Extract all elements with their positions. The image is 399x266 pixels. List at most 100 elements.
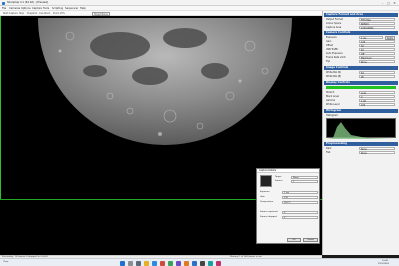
histogram-label: Histogram [326, 114, 338, 117]
menu-options[interactable]: Options [21, 7, 31, 10]
colour-space-select[interactable]: RAW16 [359, 22, 395, 26]
white-bal-red-input[interactable]: 52 [359, 71, 395, 75]
flat-select[interactable]: None [359, 151, 395, 155]
weather-widget[interactable]: Clear [3, 261, 8, 263]
target-name-input[interactable]: Target Name [92, 11, 110, 16]
flip-select[interactable]: None [359, 60, 395, 64]
sharpcap-app-icon [2, 1, 5, 5]
dark-label: Dark [326, 147, 332, 150]
zoom-select[interactable]: Zoom 25% [52, 12, 66, 16]
app-icon-teal[interactable] [208, 260, 213, 266]
menu-tools[interactable]: Tools [43, 7, 49, 10]
terminal-icon[interactable] [200, 260, 205, 266]
start-menu-icon[interactable] [120, 260, 125, 266]
dialog-temperature-value: 18.2 C [282, 201, 318, 204]
clock-time[interactable]: 10:42 [382, 260, 388, 262]
usb-traffic-label: USB Traffic [326, 48, 339, 51]
dialog-temperature-label: Temperature [260, 201, 274, 203]
section-image-controls[interactable]: Image Controls [324, 66, 398, 70]
start-capture-button[interactable]: Start Capture [2, 12, 19, 16]
capture-area-select[interactable]: 4144x2822 [359, 26, 395, 30]
black-level-label: Black Level [326, 95, 340, 98]
offset-label: Offset [326, 44, 333, 47]
histogram-curve [327, 122, 397, 139]
auto-exposure-label: Auto Exposure [326, 52, 343, 55]
dialog-frames-captured-value: 0 [282, 211, 318, 214]
menu-cameras[interactable]: Cameras [9, 7, 20, 10]
white-bal-red-label: White Bal (R) [326, 71, 342, 74]
gamma-input[interactable]: 1.00 [359, 99, 395, 103]
dialog-gain-label: Gain [260, 196, 265, 198]
gain-label: Gain [326, 40, 332, 43]
section-display-controls[interactable]: Display Controls [324, 81, 398, 85]
stretch-select[interactable]: Auto [359, 91, 395, 95]
gain-input[interactable]: 120 [359, 40, 395, 44]
menu-file[interactable]: File [2, 7, 6, 10]
frame-rate-limit-select[interactable]: Maximum [359, 56, 395, 60]
os-taskbar: Clear 10:42 2/15/2024 [0, 258, 399, 266]
sharpcap-taskbar-icon[interactable] [192, 260, 197, 266]
dialog-frames-label: Frames [275, 180, 283, 182]
stretch-label: Stretch [326, 91, 335, 94]
black-level-input[interactable]: 0 [359, 95, 395, 99]
dialog-frames-dropped-label: Frames dropped [260, 216, 277, 218]
white-level-label: White Level [326, 103, 340, 106]
section-camera-controls[interactable]: Camera Controls [324, 31, 398, 35]
task-view-icon[interactable] [136, 260, 141, 266]
search-icon[interactable] [128, 260, 133, 266]
menu-help[interactable]: Help [80, 7, 86, 10]
app-icon-orange[interactable] [184, 260, 189, 266]
flip-label: Flip [326, 60, 331, 63]
exposure-input[interactable]: 2 ms [359, 36, 383, 40]
browser-icon[interactable] [152, 260, 157, 266]
apply-button[interactable]: Apply [385, 36, 395, 40]
section-histogram[interactable]: Histogram [324, 109, 398, 113]
menu-sequencer[interactable]: Sequencer [65, 7, 78, 10]
dialog-gain-value: 120 [282, 196, 318, 199]
dialog-cancel-button[interactable]: Cancel [303, 238, 318, 242]
minimize-button[interactable]: – [380, 1, 385, 5]
colour-space-label: Colour Space [326, 22, 342, 25]
menu-scripting[interactable]: Scripting [52, 7, 63, 10]
dark-select[interactable]: None [359, 147, 395, 151]
white-bal-blue-label: White Bal (B) [326, 75, 342, 78]
frame-border-left [0, 16, 1, 199]
output-format-select[interactable]: FITS files [359, 18, 395, 22]
menu-capture[interactable]: Capture [32, 7, 42, 10]
dialog-frames-value[interactable]: 1 [291, 180, 318, 183]
section-capture-format[interactable]: Capture Format and Area [324, 13, 398, 17]
dialog-frames-dropped-value: 0 [282, 216, 318, 219]
maximize-button[interactable]: □ [386, 1, 391, 5]
dialog-target-value[interactable]: Moon [291, 176, 318, 179]
flat-label: Flat [326, 151, 331, 154]
exposure-label: Exposure [326, 36, 337, 39]
live-stack-button[interactable]: Live Stack [38, 12, 51, 16]
clock-date[interactable]: 2/15/2024 [378, 263, 389, 265]
app-icon-green[interactable] [168, 260, 173, 266]
gamma-label: Gamma [326, 99, 336, 102]
window-title: SharpCap 4.1 (64 bit) - [Preview] [7, 1, 49, 4]
file-explorer-icon[interactable] [144, 260, 149, 266]
display-status-bar [326, 86, 396, 89]
stop-button[interactable]: Stop [18, 12, 25, 16]
capture-details-dialog: Capture Details Target Moon Frames 1 Exp… [256, 168, 320, 244]
dialog-ok-button[interactable]: OK [287, 238, 301, 242]
snapshot-button[interactable]: Snapshot [26, 12, 38, 16]
dialog-frames-captured-label: Frames captured [260, 211, 278, 213]
dialog-title: Capture Details [257, 169, 319, 173]
usb-traffic-input[interactable]: 40 [359, 48, 395, 52]
auto-exposure-select[interactable]: Off [359, 52, 395, 56]
thumbnail-preview [260, 175, 272, 187]
control-panel: Capture Format and Area Output Format FI… [322, 11, 399, 255]
white-level-input[interactable]: 100 [359, 103, 395, 107]
app-icon-pink[interactable] [216, 260, 221, 266]
section-preprocessing[interactable]: Preprocessing [324, 142, 398, 146]
frame-rate-limit-label: Frame Rate Limit [326, 56, 346, 59]
histogram-display[interactable] [326, 118, 397, 139]
app-icon-red[interactable] [160, 260, 165, 266]
dialog-exposure-label: Exposure [260, 191, 270, 193]
close-button[interactable]: ✕ [392, 1, 397, 5]
white-bal-blue-input[interactable]: 95 [359, 75, 395, 79]
offset-input[interactable]: 30 [359, 44, 395, 48]
app-icon-purple[interactable] [176, 260, 181, 266]
